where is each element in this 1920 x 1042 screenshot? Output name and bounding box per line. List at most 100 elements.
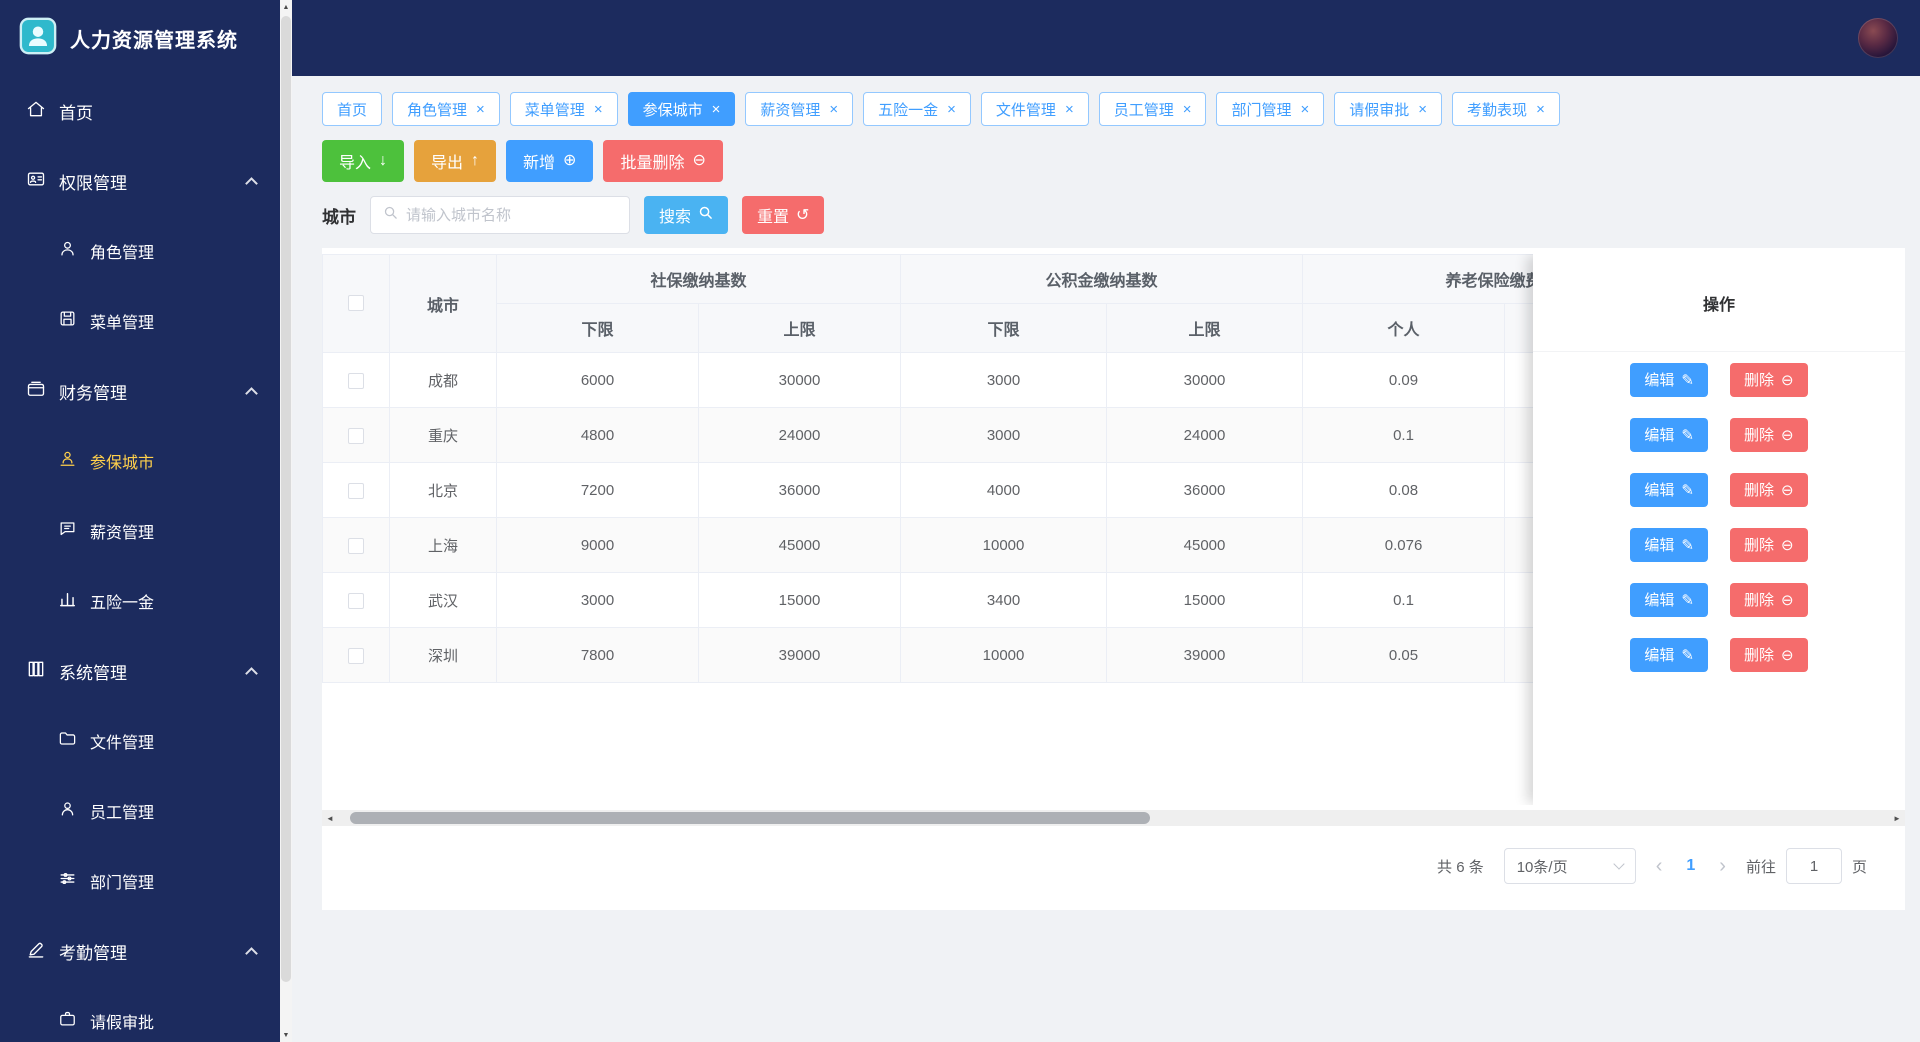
scrollbar-down-arrow[interactable]: ▼ [280,1028,292,1042]
tab-home[interactable]: 首页 [322,92,383,126]
delete-button[interactable]: 删除 ⊖ [1730,582,1808,617]
goto-page-input[interactable] [1785,848,1842,884]
batch-delete-button[interactable]: 批量删除 ⊖ [603,140,723,182]
row-checkbox[interactable] [348,592,364,609]
sidebar-item-department-mgmt[interactable]: 部门管理 [0,846,280,916]
home-icon [26,99,46,124]
pencil-icon: ✎ [1681,371,1694,389]
row-checkbox[interactable] [348,372,364,389]
tab-role-mgmt[interactable]: 角色管理 × [392,92,500,126]
table-cell: 7800 [496,627,699,683]
sidebar-group-attendance[interactable]: 考勤管理 [0,916,280,986]
table-cell: 4800 [496,407,699,463]
row-checkbox[interactable] [348,647,364,664]
sidebar-item-five-insurances[interactable]: 五险一金 [0,566,280,636]
minus-circle-icon: ⊖ [1781,536,1794,554]
briefcase-icon [58,1009,77,1033]
add-button[interactable]: 新增 ⊕ [506,140,594,182]
close-icon[interactable]: × [947,102,956,117]
table-cell: 0.05 [1302,627,1506,683]
delete-button[interactable]: 删除 ⊖ [1730,472,1808,507]
page-size-select[interactable]: 10条/页 [1503,848,1636,884]
close-icon[interactable]: × [1183,102,1192,117]
tab-file-mgmt[interactable]: 文件管理 × [980,92,1089,126]
row-checkbox[interactable] [348,537,364,554]
tab-five-insurances[interactable]: 五险一金 × [863,92,971,126]
sidebar-item-menu-mgmt[interactable]: 菜单管理 [0,286,280,356]
search-button[interactable]: 搜索 [644,196,729,234]
filter-row: 城市 搜索 重置↺ [322,196,1905,234]
edit-button[interactable]: 编辑 ✎ [1630,362,1708,397]
close-icon[interactable]: × [1536,102,1545,117]
edit-button[interactable]: 编辑 ✎ [1630,582,1708,617]
pencil-icon: ✎ [1681,481,1694,499]
scrollbar-right-arrow[interactable]: ► [1889,810,1905,826]
delete-button[interactable]: 删除 ⊖ [1730,362,1808,397]
user-avatar[interactable] [1858,18,1898,58]
page-number-1[interactable]: 1 [1682,857,1699,875]
row-checkbox[interactable] [348,427,364,444]
tab-leave-approval[interactable]: 请假审批 × [1334,92,1443,126]
close-icon[interactable]: × [594,102,603,117]
tab-employee-mgmt[interactable]: 员工管理 × [1098,92,1207,126]
minus-circle-icon: ⊖ [1781,481,1794,499]
row-checkbox[interactable] [348,482,364,499]
goto-label: 前往 [1745,858,1776,876]
close-icon[interactable]: × [1301,102,1310,117]
chevron-down-icon [1613,858,1625,870]
next-page-button[interactable]: › [1709,855,1736,878]
scrollbar-thumb[interactable] [281,16,291,982]
export-button[interactable]: 导出 ↑ [414,140,497,182]
scrollbar-thumb[interactable] [350,812,1150,824]
col-group-social-base: 社保缴纳基数 [495,254,902,304]
table-cell: 成都 [389,352,497,408]
search-icon [698,205,713,225]
scrollbar-up-arrow[interactable]: ▲ [280,0,292,14]
sidebar-item-salary-mgmt[interactable]: 薪资管理 [0,496,280,566]
tab-department-mgmt[interactable]: 部门管理 × [1216,92,1325,126]
sidebar-item-leave-approval[interactable]: 请假审批 [0,986,280,1042]
import-button[interactable]: 导入 ↓ [322,140,405,182]
sidebar-item-role-mgmt[interactable]: 角色管理 [0,216,280,286]
tab-attendance-performance[interactable]: 考勤表现 × [1452,92,1560,126]
city-search-input[interactable] [406,206,617,224]
close-icon[interactable]: × [712,102,721,117]
table-cell: 36000 [697,462,902,518]
sidebar-group-system[interactable]: 系统管理 [0,636,280,706]
close-icon[interactable]: × [829,102,838,117]
table-cell: 15000 [697,572,902,628]
sidebar-item-file-mgmt[interactable]: 文件管理 [0,706,280,776]
edit-button[interactable]: 编辑 ✎ [1630,637,1708,672]
edit-button[interactable]: 编辑 ✎ [1630,472,1708,507]
horizontal-scrollbar[interactable]: ◄ ► [322,810,1905,826]
select-all-checkbox[interactable] [348,295,364,312]
delete-button[interactable]: 删除 ⊖ [1730,527,1808,562]
table-cell: 深圳 [389,627,497,683]
table-cell: 0.08 [1302,462,1506,518]
edit-button[interactable]: 编辑 ✎ [1630,417,1708,452]
edit-button[interactable]: 编辑 ✎ [1630,527,1708,562]
sidebar-item-employee-mgmt[interactable]: 员工管理 [0,776,280,846]
sidebar-group-label: 考勤管理 [59,943,127,963]
close-icon[interactable]: × [476,102,485,117]
sidebar-group-finance[interactable]: 财务管理 [0,356,280,426]
prev-page-button[interactable]: ‹ [1646,855,1673,878]
scrollbar-left-arrow[interactable]: ◄ [322,810,338,826]
delete-button[interactable]: 删除 ⊖ [1730,637,1808,672]
upload-arrow-icon: ↑ [471,152,480,169]
tab-insured-cities[interactable]: 参保城市 × [627,92,736,126]
tab-salary-mgmt[interactable]: 薪资管理 × [745,92,854,126]
tab-menu-mgmt[interactable]: 菜单管理 × [509,92,618,126]
sidebar-scrollbar[interactable]: ▲ ▼ [280,0,292,1042]
sidebar-item-insured-cities[interactable]: 参保城市 [0,426,280,496]
sidebar-item-home[interactable]: 首页 [0,76,280,146]
sidebar-group-permissions[interactable]: 权限管理 [0,146,280,216]
col-pension-personal: 个人 [1302,303,1506,353]
pagination: 共 6 条 10条/页 ‹ 1 › 前往 页 [322,848,1905,910]
sidebar-group-label: 权限管理 [59,173,127,193]
close-icon[interactable]: × [1065,102,1074,117]
close-icon[interactable]: × [1418,102,1427,117]
row-actions: 编辑 ✎ 删除 ⊖ [1533,627,1905,682]
delete-button[interactable]: 删除 ⊖ [1730,417,1808,452]
reset-button[interactable]: 重置 ↺ [742,196,825,234]
